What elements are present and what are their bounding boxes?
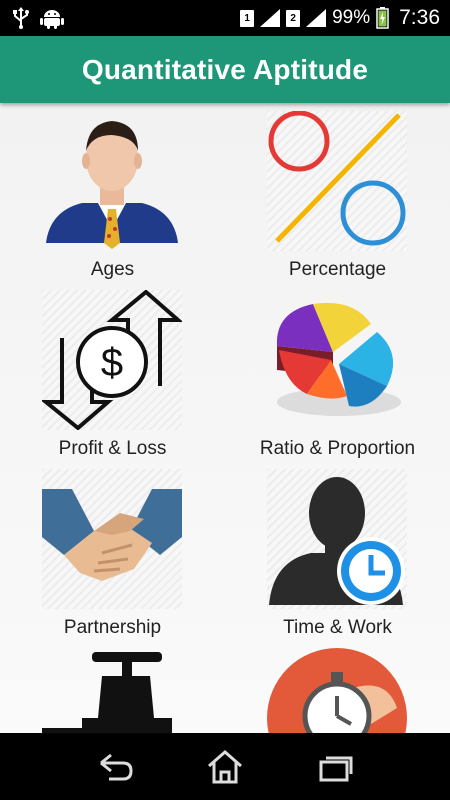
category-tile-faucet[interactable] <box>0 640 225 733</box>
battery-percent: 99% <box>332 7 371 28</box>
category-label: Profit & Loss <box>58 438 167 459</box>
category-tile-ratio-proportion[interactable]: Ratio & Proportion <box>225 282 450 461</box>
home-icon <box>208 749 242 783</box>
signal-icon <box>306 9 327 27</box>
sim1-badge: 1 <box>240 9 255 27</box>
back-icon <box>100 753 133 780</box>
sim2-badge: 2 <box>286 9 301 27</box>
pie-chart-icon <box>276 302 401 416</box>
svg-text:$: $ <box>101 341 123 385</box>
category-tile-profit-loss[interactable]: $ Profit & Loss <box>0 282 225 461</box>
usb-icon <box>13 7 29 29</box>
category-label: Ages <box>90 259 135 280</box>
clock: 7:36 <box>399 6 440 29</box>
category-label: Partnership <box>63 617 162 638</box>
recents-icon <box>319 756 353 781</box>
app-bar: Quantitative Aptitude <box>0 36 450 103</box>
category-label: Time & Work <box>283 617 392 638</box>
person-clock-icon <box>269 477 405 605</box>
businessman-icon <box>46 121 178 249</box>
home-button[interactable] <box>200 747 250 787</box>
percent-icon <box>268 110 406 246</box>
signal-icon <box>260 9 281 27</box>
faucet-icon <box>42 652 172 733</box>
battery-charging-icon <box>376 7 389 29</box>
stopwatch-icon <box>267 648 407 733</box>
category-label: Ratio & Proportion <box>259 438 416 459</box>
dollar-arrows-icon: $ <box>40 289 184 431</box>
category-tile-partnership[interactable]: Partnership <box>0 461 225 640</box>
app-title: Quantitative Aptitude <box>81 53 369 85</box>
recents-button[interactable] <box>310 747 360 787</box>
category-label: Percentage <box>288 259 387 280</box>
back-button[interactable] <box>90 747 140 787</box>
category-tile-time-work[interactable]: Time & Work <box>225 461 450 640</box>
category-tile-percentage[interactable]: Percentage <box>225 103 450 282</box>
category-tile-stopwatch[interactable] <box>225 640 450 733</box>
handshake-icon <box>42 489 182 581</box>
android-icon <box>40 10 64 29</box>
category-grid: Ages Percentage $ Profit & Loss Ratio & … <box>0 103 450 733</box>
status-bar: 1 2 99% 7:36 <box>0 0 450 36</box>
navigation-bar <box>0 733 450 800</box>
category-tile-ages[interactable]: Ages <box>0 103 225 282</box>
